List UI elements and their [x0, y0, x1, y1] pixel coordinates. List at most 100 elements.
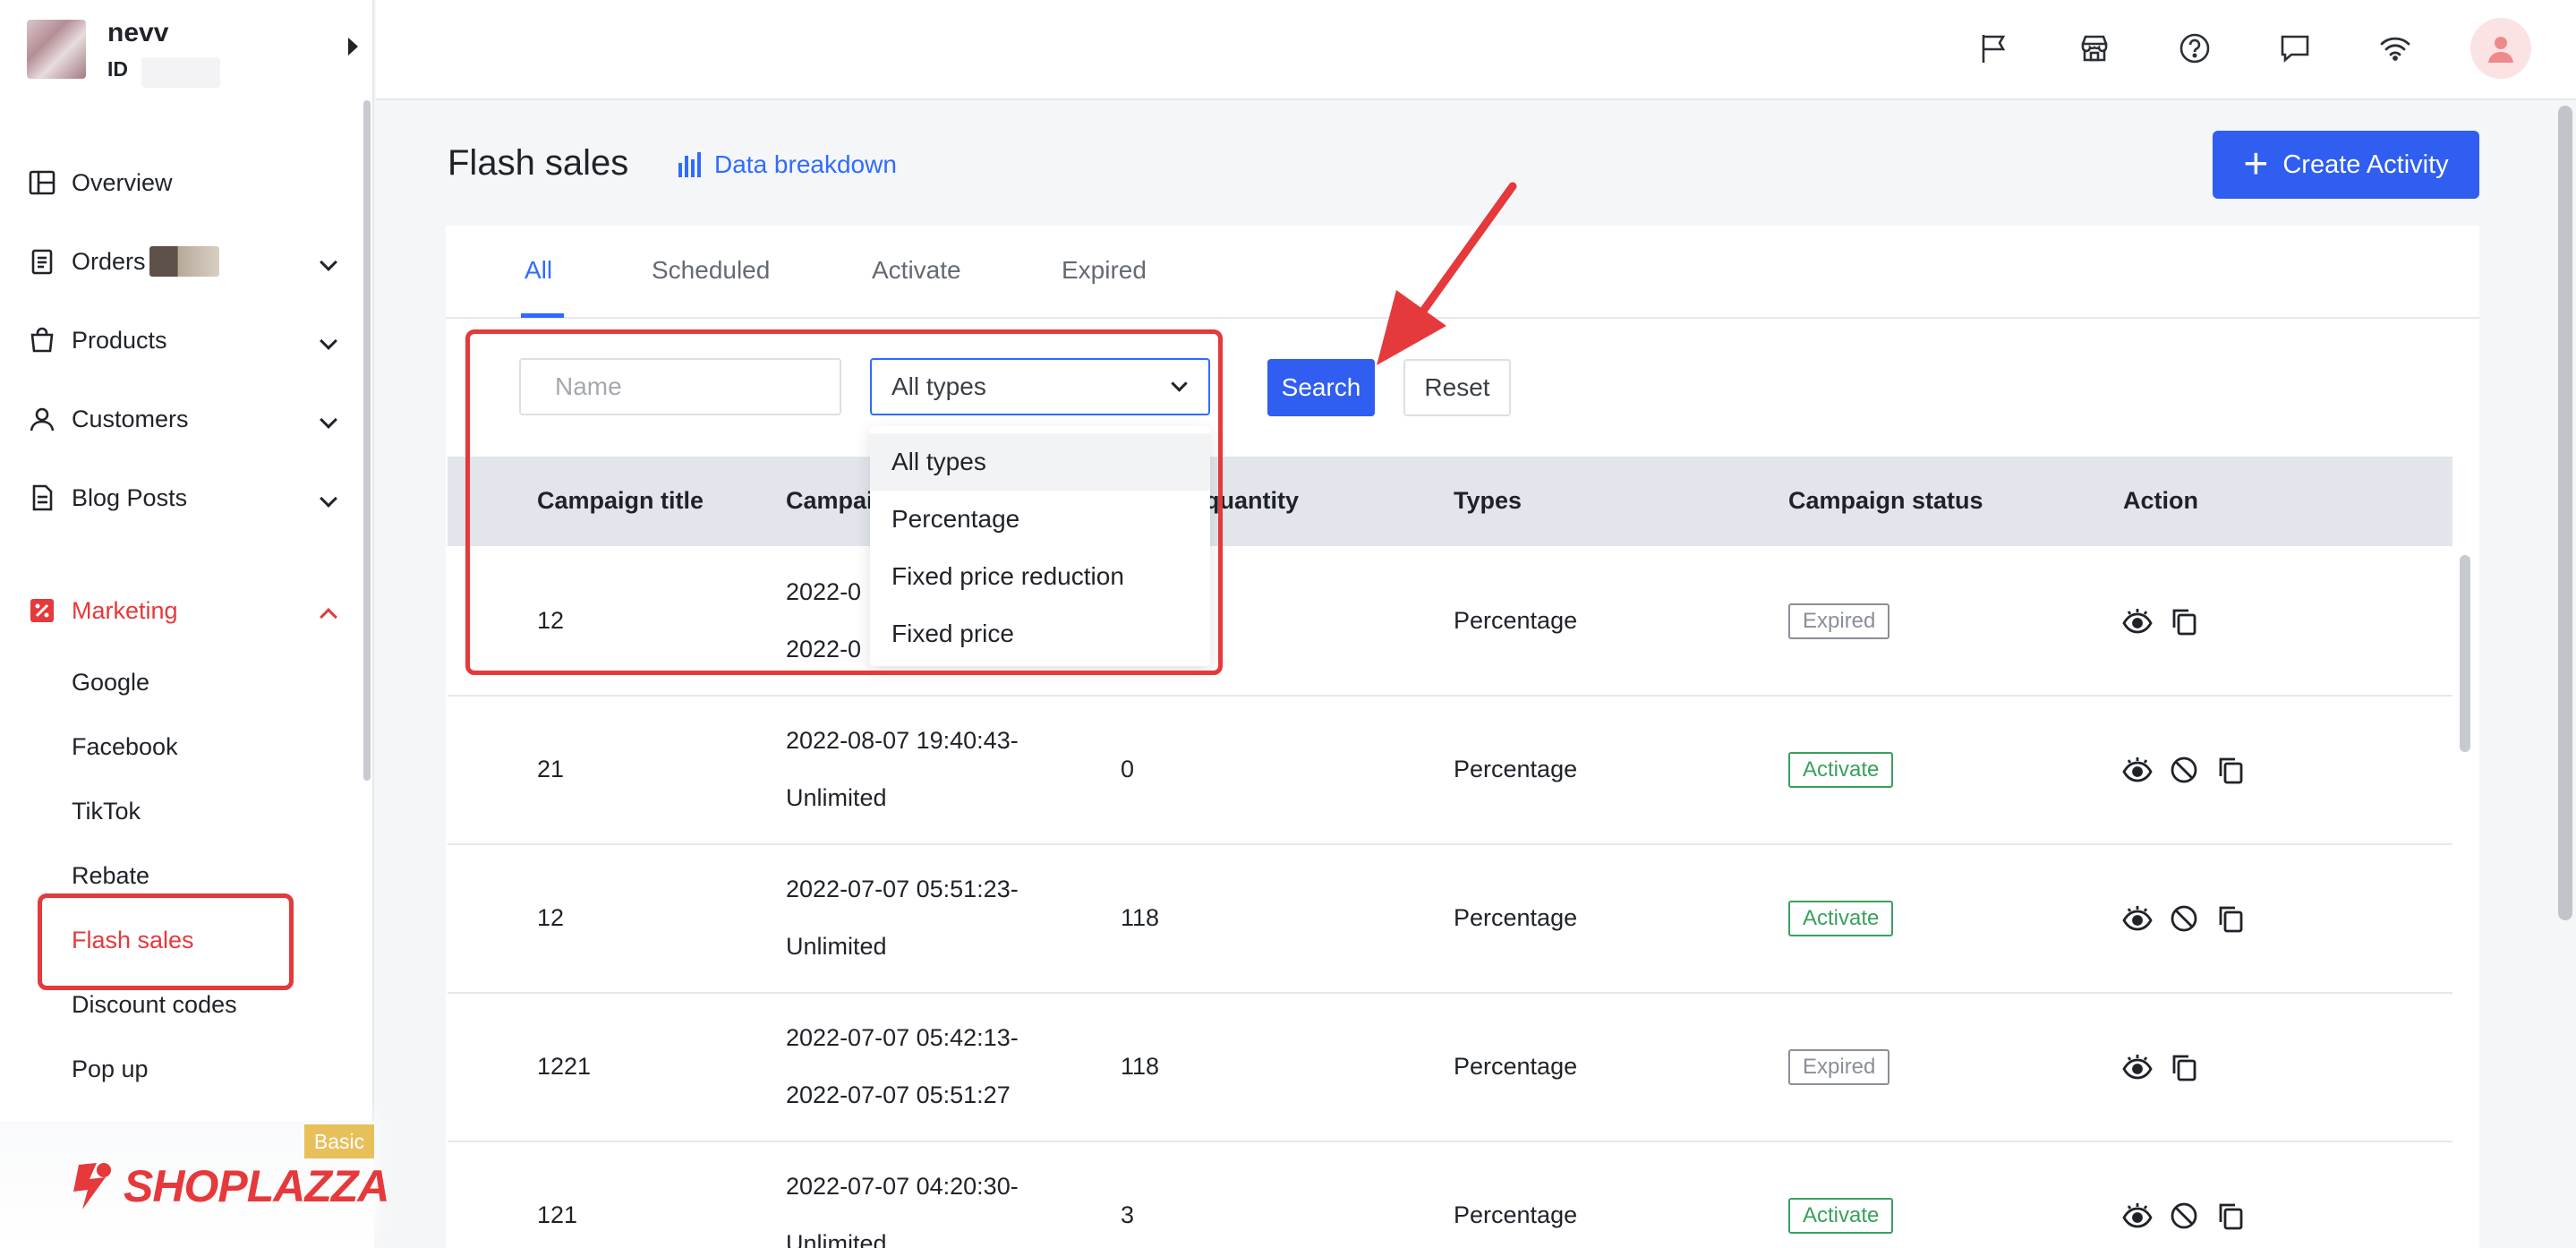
sidebar-subitem-pop-up[interactable]: Pop up [0, 1037, 367, 1101]
quantity-cell: 118 [1121, 904, 1160, 931]
sidebar-subitem-rebate[interactable]: Rebate [0, 843, 367, 908]
help-icon[interactable] [2175, 29, 2214, 68]
user-icon [27, 404, 57, 434]
chevron-down-icon[interactable] [320, 411, 337, 429]
page-scrollbar[interactable] [2558, 106, 2572, 920]
caret-right-icon[interactable] [348, 38, 358, 56]
table-row: 121 2022-07-07 04:20:30- Unlimited 3 Per… [448, 1142, 2452, 1248]
plus-icon: + [2243, 141, 2269, 188]
view-icon[interactable] [2121, 1200, 2154, 1232]
create-activity-button[interactable]: + Create Activity [2213, 131, 2479, 199]
type-select[interactable]: All types [870, 358, 1210, 415]
campaign-title-cell: 21 [537, 756, 565, 782]
type-cell: Percentage [1454, 756, 1578, 782]
store-name: nevv [107, 18, 169, 47]
sidebar-subitem-discount-codes[interactable]: Discount codes [0, 972, 367, 1037]
view-icon[interactable] [2121, 1051, 2154, 1083]
type-cell: Percentage [1454, 1053, 1578, 1080]
sidebar-subitem-facebook[interactable]: Facebook [0, 714, 367, 779]
sidebar-subitem-google[interactable]: Google [0, 650, 367, 714]
disable-icon[interactable] [2168, 902, 2200, 935]
campaign-start-cell: 2022-08-07 19:40:43- [786, 727, 1019, 754]
wifi-icon[interactable] [2376, 29, 2415, 68]
chevron-up-icon[interactable] [320, 608, 337, 626]
table-row: 12 2022-07-07 05:51:23- Unlimited 118 Pe… [448, 845, 2452, 994]
sidebar-item-marketing[interactable]: Marketing [0, 571, 367, 650]
chevron-down-icon[interactable] [320, 332, 337, 350]
type-select-value: All types [891, 372, 986, 400]
shopping-bag-icon [27, 325, 57, 355]
sidebar-item-products[interactable]: Products [0, 301, 367, 380]
chevron-down-icon[interactable] [320, 490, 337, 508]
active-tab-indicator [521, 313, 564, 318]
user-avatar-icon [2488, 37, 2513, 63]
search-button[interactable]: Search [1267, 359, 1375, 416]
store-icon[interactable] [2075, 29, 2114, 68]
tab-expired[interactable]: Expired [1062, 256, 1147, 285]
store-id-value [141, 57, 220, 88]
sidebar-item-label: Products [72, 326, 167, 354]
sidebar-nav: Overview Orders Products Customers Blog … [0, 143, 367, 1166]
status-badge: Activate [1788, 752, 1894, 788]
tab-activate[interactable]: Activate [872, 256, 961, 285]
type-cell: Percentage [1454, 904, 1578, 931]
type-option-percentage[interactable]: Percentage [870, 491, 1210, 548]
chevron-down-icon[interactable] [320, 253, 337, 271]
dashboard-icon [27, 167, 57, 198]
page-title: Flash sales [448, 143, 629, 183]
store-id-label: ID [107, 57, 128, 81]
chevron-down-icon [1171, 375, 1188, 392]
column-header-status: Campaign status [1788, 487, 1983, 514]
shoplazza-logo: SHOPLAZZA [70, 1160, 390, 1212]
tab-all[interactable]: All [525, 256, 552, 285]
brand-wordmark: SHOPLAZZA [124, 1161, 390, 1211]
sidebar-item-overview[interactable]: Overview [0, 143, 367, 222]
campaign-title-cell: 1221 [537, 1053, 592, 1080]
annotation-arrow-icon [1377, 182, 1517, 365]
campaign-start-cell: 2022-07-07 05:51:23- [786, 876, 1019, 902]
flag-icon[interactable] [1975, 29, 2014, 68]
top-bar [376, 0, 2576, 100]
table-scrollbar[interactable] [2460, 555, 2470, 752]
user-avatar[interactable] [2470, 18, 2531, 79]
sidebar-subitem-flash-sales[interactable]: Flash sales [0, 908, 367, 972]
status-badge: Expired [1788, 1049, 1890, 1085]
data-breakdown-link[interactable]: Data breakdown [677, 150, 897, 179]
copy-icon[interactable] [2168, 605, 2200, 637]
copy-icon[interactable] [2214, 1200, 2247, 1232]
sidebar-item-label: Customers [72, 405, 189, 432]
copy-icon[interactable] [2214, 754, 2247, 786]
copy-icon[interactable] [2214, 902, 2247, 935]
sidebar-subitem-tiktok[interactable]: TikTok [0, 779, 367, 843]
sidebar-scrollbar[interactable] [363, 100, 371, 781]
store-thumbnail [27, 20, 86, 79]
type-cell: Percentage [1454, 607, 1578, 634]
sidebar: nevv ID Overview Orders Products Custome… [0, 0, 390, 1248]
clipboard-icon [27, 246, 57, 277]
column-header-action: Action [2123, 487, 2198, 514]
table-row: 1221 2022-07-07 05:42:13- 2022-07-07 05:… [448, 994, 2452, 1142]
status-badge: Activate [1788, 901, 1894, 936]
sidebar-item-blog-posts[interactable]: Blog Posts [0, 458, 367, 537]
message-icon[interactable] [2275, 29, 2315, 68]
view-icon[interactable] [2121, 754, 2154, 786]
type-option-all-types[interactable]: All types [870, 433, 1210, 491]
sidebar-item-customers[interactable]: Customers [0, 380, 367, 458]
type-option-fixed-price-reduction[interactable]: Fixed price reduction [870, 548, 1210, 605]
store-switcher[interactable]: nevv ID [27, 18, 358, 88]
tab-scheduled[interactable]: Scheduled [652, 256, 770, 285]
type-option-fixed-price[interactable]: Fixed price [870, 605, 1210, 662]
sidebar-item-orders[interactable]: Orders [0, 222, 367, 301]
disable-icon[interactable] [2168, 1200, 2200, 1232]
view-icon[interactable] [2121, 605, 2154, 637]
type-cell: Percentage [1454, 1201, 1578, 1228]
disable-icon[interactable] [2168, 754, 2200, 786]
campaign-end-cell: Unlimited [786, 1230, 887, 1248]
view-icon[interactable] [2121, 902, 2154, 935]
campaign-end-cell: 2022-07-07 05:51:27 [786, 1081, 1011, 1108]
copy-icon[interactable] [2168, 1051, 2200, 1083]
bar-chart-icon [678, 152, 701, 177]
name-search-input[interactable] [519, 358, 841, 415]
campaign-title-cell: 12 [537, 904, 565, 931]
data-breakdown-label: Data breakdown [714, 150, 897, 178]
